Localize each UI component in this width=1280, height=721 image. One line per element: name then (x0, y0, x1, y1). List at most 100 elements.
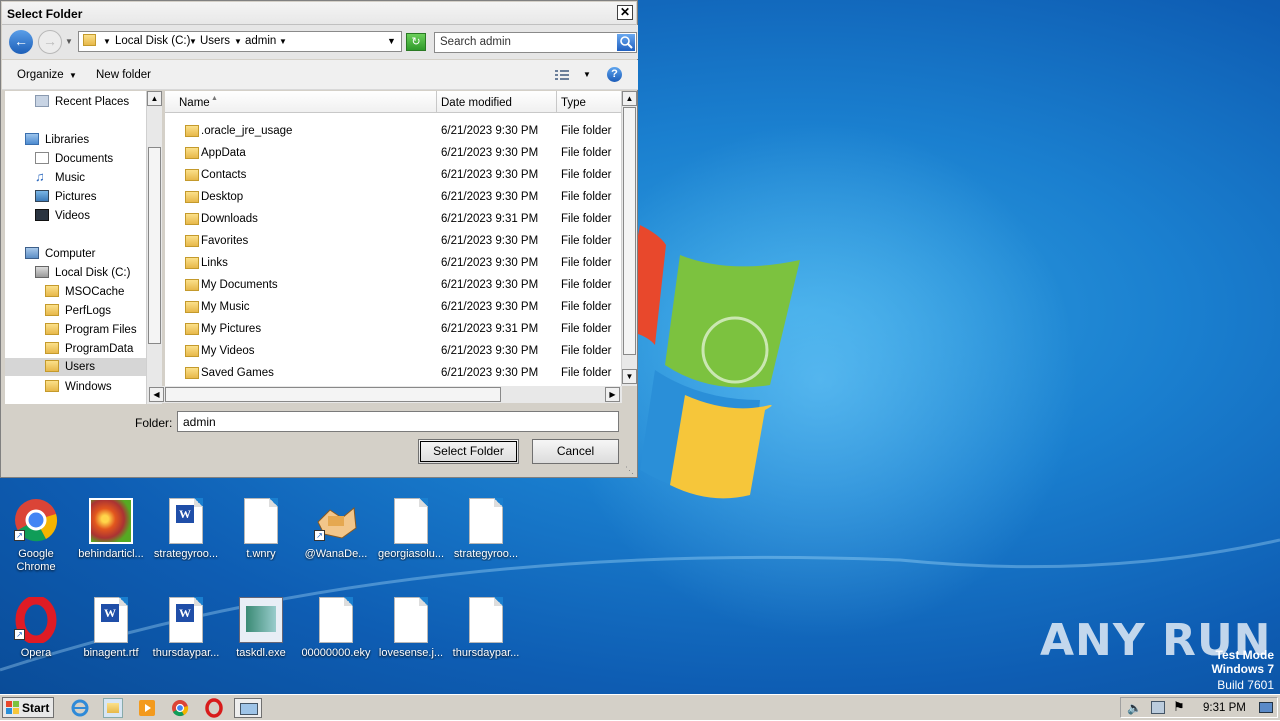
file-row[interactable]: AppData 6/21/2023 9:30 PM File folder (165, 142, 622, 164)
media-player-icon[interactable] (137, 698, 157, 718)
breadcrumb-users[interactable]: Users (200, 35, 230, 47)
scroll-left-icon[interactable]: ◀ (149, 387, 164, 402)
file-row[interactable]: My Music 6/21/2023 9:30 PM File folder (165, 296, 622, 318)
chrome-icon[interactable] (170, 698, 190, 718)
close-button[interactable]: ✕ (617, 5, 633, 20)
view-dropdown-icon[interactable]: ▼ (583, 70, 591, 79)
desktop-icon-label: Google Chrome (16, 548, 56, 573)
file-date: 6/21/2023 9:30 PM (441, 257, 539, 269)
file-name: My Pictures (201, 323, 262, 335)
help-icon[interactable]: ? (607, 67, 622, 82)
scroll-thumb[interactable] (148, 147, 161, 344)
documents-icon (35, 152, 49, 164)
breadcrumb-arrow-icon[interactable]: ▼ (279, 37, 287, 46)
desktop-icon[interactable]: ↗ Google Chrome (0, 498, 72, 590)
cancel-button[interactable]: Cancel (532, 439, 619, 464)
scroll-down-icon[interactable]: ▼ (622, 369, 637, 384)
shortcut-arrow-icon: ↗ (14, 629, 25, 640)
breadcrumb-arrow-icon[interactable]: ▼ (234, 37, 242, 46)
desktop-icon[interactable]: lovesense.j... (375, 597, 447, 689)
refresh-icon[interactable]: ↻ (406, 33, 426, 51)
taskbar: Start 🔈 ⚑ 9:31 PM (0, 694, 1280, 720)
system-tray: 🔈 ⚑ 9:31 PM (1120, 697, 1278, 718)
dialog-titlebar[interactable]: Select Folder ✕ (2, 2, 636, 25)
search-icon[interactable] (617, 34, 635, 51)
file-list-horizontal-scrollbar[interactable]: ◀ ▶ (147, 386, 622, 403)
file-type: File folder (561, 279, 612, 291)
file-row[interactable]: Downloads 6/21/2023 9:31 PM File folder (165, 208, 622, 230)
breadcrumb-admin[interactable]: admin (245, 35, 276, 47)
file-row[interactable]: Saved Games 6/21/2023 9:30 PM File folder (165, 362, 622, 384)
new-folder-button[interactable]: New folder (96, 69, 151, 81)
show-desktop-icon[interactable] (1259, 702, 1273, 713)
file-row[interactable]: Favorites 6/21/2023 9:30 PM File folder (165, 230, 622, 252)
scroll-up-icon[interactable]: ▲ (622, 91, 637, 106)
navigation-scrollbar[interactable]: ▲ ▼ (146, 91, 162, 404)
desktop-icon[interactable]: strategyroo... (450, 498, 522, 590)
address-bar[interactable]: ▼ Local Disk (C:) ▼ Users ▼ admin ▼ ▼ (78, 31, 402, 52)
recent-pages-dropdown-icon[interactable]: ▼ (65, 37, 73, 46)
desktop-icon[interactable]: Wthursdaypar... (150, 597, 222, 689)
forward-button[interactable]: → (38, 30, 62, 54)
search-placeholder: Search admin (440, 36, 511, 48)
desktop-icon[interactable]: 00000000.eky (300, 597, 372, 689)
back-button[interactable]: ← (9, 30, 33, 54)
file-name: Downloads (201, 213, 258, 225)
folder-icon (185, 191, 199, 203)
desktop-icon[interactable]: georgiasolu... (375, 498, 447, 590)
network-icon[interactable] (1151, 701, 1165, 714)
scroll-thumb[interactable] (623, 107, 636, 355)
desktop-icon[interactable]: thursdaypar... (450, 597, 522, 689)
desktop-icon[interactable]: ↗ @WanaDe... (300, 498, 372, 590)
address-dropdown-icon[interactable]: ▼ (387, 36, 396, 46)
folder-icon (185, 345, 199, 357)
exe-icon (239, 597, 283, 643)
file-name: Saved Games (201, 367, 274, 379)
resize-grip-icon[interactable]: ⋱ (625, 465, 635, 475)
search-input[interactable]: Search admin (434, 32, 637, 53)
file-name: My Videos (201, 345, 255, 357)
folder-name-input[interactable]: admin (177, 411, 619, 432)
desktop-icon[interactable]: Wstrategyroo... (150, 498, 222, 590)
column-header-name[interactable]: Name ▲ (165, 91, 437, 113)
file-list-scrollbar[interactable]: ▲ ▼ (621, 91, 637, 386)
volume-icon[interactable]: 🔈 (1127, 701, 1142, 715)
view-options-icon[interactable] (555, 69, 571, 81)
desktop-icon[interactable]: behindarticl... (75, 498, 147, 590)
pictures-icon (35, 190, 49, 202)
desktop-icon[interactable]: ↗ Opera (0, 595, 72, 689)
desktop-icon[interactable]: taskdl.exe (225, 597, 297, 689)
file-type: File folder (561, 191, 612, 203)
file-row[interactable]: Contacts 6/21/2023 9:30 PM File folder (165, 164, 622, 186)
select-folder-button[interactable]: Select Folder (418, 439, 519, 464)
explorer-icon[interactable] (103, 698, 123, 718)
file-row[interactable]: My Videos 6/21/2023 9:30 PM File folder (165, 340, 622, 362)
file-row[interactable]: Links 6/21/2023 9:30 PM File folder (165, 252, 622, 274)
start-button[interactable]: Start (2, 697, 54, 718)
clock[interactable]: 9:31 PM (1203, 702, 1246, 714)
breadcrumb-local-disk[interactable]: Local Disk (C:) (115, 35, 190, 47)
action-center-flag-icon[interactable]: ⚑ (1173, 699, 1185, 715)
file-name: Desktop (201, 191, 244, 203)
desktop-icon[interactable]: t.wnry (225, 498, 297, 590)
column-header-date[interactable]: Date modified (437, 91, 557, 113)
horizontal-scroll-thumb[interactable] (165, 387, 501, 402)
internet-explorer-icon[interactable] (70, 698, 90, 718)
file-row[interactable]: My Pictures 6/21/2023 9:31 PM File folder (165, 318, 622, 340)
file-row[interactable]: .oracle_jre_usage 6/21/2023 9:30 PM File f… (165, 120, 622, 142)
scroll-right-icon[interactable]: ▶ (605, 387, 620, 402)
breadcrumb-arrow-icon[interactable]: ▼ (189, 37, 197, 46)
column-header-type[interactable]: Type (557, 91, 622, 113)
desktop-icon-label: t.wnry (246, 548, 276, 560)
file-type: File folder (561, 257, 612, 269)
dialog-window-icon[interactable] (234, 698, 262, 718)
breadcrumb-arrow-icon[interactable]: ▼ (103, 37, 111, 46)
file-row[interactable]: Desktop 6/21/2023 9:30 PM File folder (165, 186, 622, 208)
organize-dropdown-icon[interactable]: ▼ (69, 71, 77, 80)
opera-icon[interactable] (204, 698, 224, 718)
organize-menu[interactable]: Organize (17, 69, 64, 81)
tree-item-users[interactable]: Users (5, 358, 146, 376)
file-row[interactable]: My Documents 6/21/2023 9:30 PM File folder (165, 274, 622, 296)
scroll-up-icon[interactable]: ▲ (147, 91, 162, 106)
desktop-icon[interactable]: Wbinagent.rtf (75, 597, 147, 689)
